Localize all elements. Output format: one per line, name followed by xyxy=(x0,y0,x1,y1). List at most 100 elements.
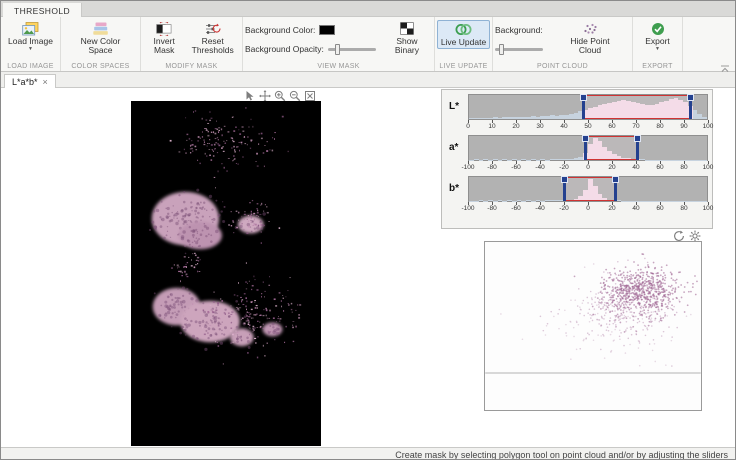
tick-label: 20 xyxy=(512,123,519,130)
pan-tool-icon[interactable] xyxy=(259,89,271,101)
tick-label: 40 xyxy=(632,164,639,171)
export-label: Export xyxy=(645,37,670,46)
handle-knob[interactable] xyxy=(561,176,568,183)
section-load-image: Load Image ▼ LOAD IMAGE xyxy=(1,17,61,71)
selection-region[interactable] xyxy=(564,177,615,201)
status-bar: Create mask by selecting polygon tool on… xyxy=(1,447,735,460)
point-cloud-svg xyxy=(485,242,701,410)
handle-knob[interactable] xyxy=(580,94,587,101)
tick-label: -40 xyxy=(535,164,544,171)
live-update-button[interactable]: Live Update xyxy=(437,20,490,49)
reset-thresholds-button[interactable]: Reset Thresholds xyxy=(185,20,240,57)
handle-knob[interactable] xyxy=(634,135,641,142)
tick-label: -60 xyxy=(511,164,520,171)
collapse-ribbon-icon[interactable] xyxy=(720,60,730,68)
section-export: Export ▼ EXPORT xyxy=(633,17,683,71)
section-view-mask: Background Color: Background Opacity: Sh… xyxy=(243,17,435,71)
min-threshold-handle[interactable] xyxy=(584,136,587,160)
channel-label: L* xyxy=(442,94,468,112)
histogram-bar xyxy=(702,117,707,119)
section-label-modify-mask: MODIFY MASK xyxy=(141,63,242,70)
tick-label: -60 xyxy=(511,205,520,212)
axis: -100-80-60-40-20020406080100 xyxy=(468,161,708,174)
image-toolbar xyxy=(244,89,316,101)
show-binary-label: Show Binary xyxy=(384,37,430,56)
zoom-in-icon[interactable] xyxy=(274,89,286,101)
polygon-tool-icon[interactable] xyxy=(689,229,701,241)
section-label-live-update: LIVE UPDATE xyxy=(435,63,492,70)
cursor-tool-icon[interactable] xyxy=(244,89,256,101)
export-dropdown-arrow-icon: ▼ xyxy=(655,47,660,52)
tick-label: 0 xyxy=(586,205,590,212)
ribbon-filler xyxy=(683,17,735,71)
section-modify-mask: Invert Mask Reset Thresholds MODIFY MASK xyxy=(141,17,243,71)
point-cloud-background-slider-thumb[interactable] xyxy=(499,44,504,55)
section-point-cloud: Background: Hide Point Cloud POINT CLOUD xyxy=(493,17,633,71)
background-color-label: Background Color: xyxy=(245,25,315,35)
min-threshold-handle[interactable] xyxy=(582,95,585,119)
invert-mask-label: Invert Mask xyxy=(145,37,183,56)
section-color-spaces: New Color Space COLOR SPACES xyxy=(61,17,141,71)
tick-label: 40 xyxy=(560,123,567,130)
invert-mask-button[interactable]: Invert Mask xyxy=(143,20,185,57)
tick-label: 20 xyxy=(608,205,615,212)
load-image-button[interactable]: Load Image ▼ xyxy=(3,20,58,53)
point-cloud-panel[interactable] xyxy=(484,241,702,411)
show-binary-icon xyxy=(400,21,414,36)
section-label-point-cloud: POINT CLOUD xyxy=(493,63,632,70)
axis: -100-80-60-40-20020406080100 xyxy=(468,202,708,215)
show-binary-button[interactable]: Show Binary xyxy=(382,20,432,57)
masked-image-svg xyxy=(131,101,319,444)
tick-label: 100 xyxy=(703,205,714,212)
close-tab-icon[interactable]: × xyxy=(43,77,48,87)
max-threshold-handle[interactable] xyxy=(636,136,639,160)
tick-label: 60 xyxy=(656,164,663,171)
tick-label: 10 xyxy=(488,123,495,130)
fit-to-window-icon[interactable] xyxy=(304,89,316,101)
tick-label: 90 xyxy=(680,123,687,130)
tick-label: 80 xyxy=(656,123,663,130)
selection-region[interactable] xyxy=(583,95,690,119)
background-color-swatch[interactable] xyxy=(319,25,335,35)
handle-knob[interactable] xyxy=(582,135,589,142)
zoom-out-icon[interactable] xyxy=(289,89,301,101)
section-label-export: EXPORT xyxy=(633,63,682,70)
background-opacity-slider[interactable] xyxy=(328,48,376,51)
section-label-view-mask: VIEW MASK xyxy=(243,63,434,70)
point-cloud-toolbar xyxy=(673,229,701,241)
color-thresholder-app: THRESHOLD Load Image ▼ LOAD IMAGE New Co… xyxy=(0,0,736,460)
handle-knob[interactable] xyxy=(612,176,619,183)
hide-point-cloud-icon xyxy=(582,21,598,36)
selection-region[interactable] xyxy=(586,136,638,160)
histogram-strip[interactable] xyxy=(468,94,708,120)
tick-label: 20 xyxy=(608,164,615,171)
background-opacity-label: Background Opacity: xyxy=(245,44,324,54)
section-label-load-image: LOAD IMAGE xyxy=(1,63,60,70)
max-threshold-handle[interactable] xyxy=(689,95,692,119)
handle-knob[interactable] xyxy=(687,94,694,101)
toolstrip-tab-bar: THRESHOLD xyxy=(1,1,735,17)
channel-label: a* xyxy=(442,135,468,153)
rotate-3d-icon[interactable] xyxy=(673,229,685,241)
new-color-space-button[interactable]: New Color Space xyxy=(63,20,138,57)
histogram-row-L: L*0102030405060708090100 xyxy=(442,94,708,133)
tick-label: -40 xyxy=(535,205,544,212)
histogram-rows: L*0102030405060708090100a*-100-80-60-40-… xyxy=(442,94,712,215)
export-button[interactable]: Export ▼ xyxy=(635,20,680,53)
document-tab-label: L*a*b* xyxy=(12,77,38,87)
histogram-strip[interactable] xyxy=(468,176,708,202)
background-opacity-slider-thumb[interactable] xyxy=(335,44,340,55)
max-threshold-handle[interactable] xyxy=(614,177,617,201)
tick-label: -80 xyxy=(487,205,496,212)
histogram-row-b: b*-100-80-60-40-20020406080100 xyxy=(442,176,708,215)
tick-label: 50 xyxy=(584,123,591,130)
section-live-update: Live Update LIVE UPDATE xyxy=(435,17,493,71)
tick-label: 60 xyxy=(656,205,663,212)
min-threshold-handle[interactable] xyxy=(563,177,566,201)
hide-point-cloud-button[interactable]: Hide Point Cloud xyxy=(559,20,621,57)
histogram-strip[interactable] xyxy=(468,135,708,161)
tick-label: 0 xyxy=(466,123,470,130)
histogram-row-a: a*-100-80-60-40-20020406080100 xyxy=(442,135,708,174)
point-cloud-background-slider[interactable] xyxy=(495,48,543,51)
masked-image-panel[interactable] xyxy=(131,101,321,446)
